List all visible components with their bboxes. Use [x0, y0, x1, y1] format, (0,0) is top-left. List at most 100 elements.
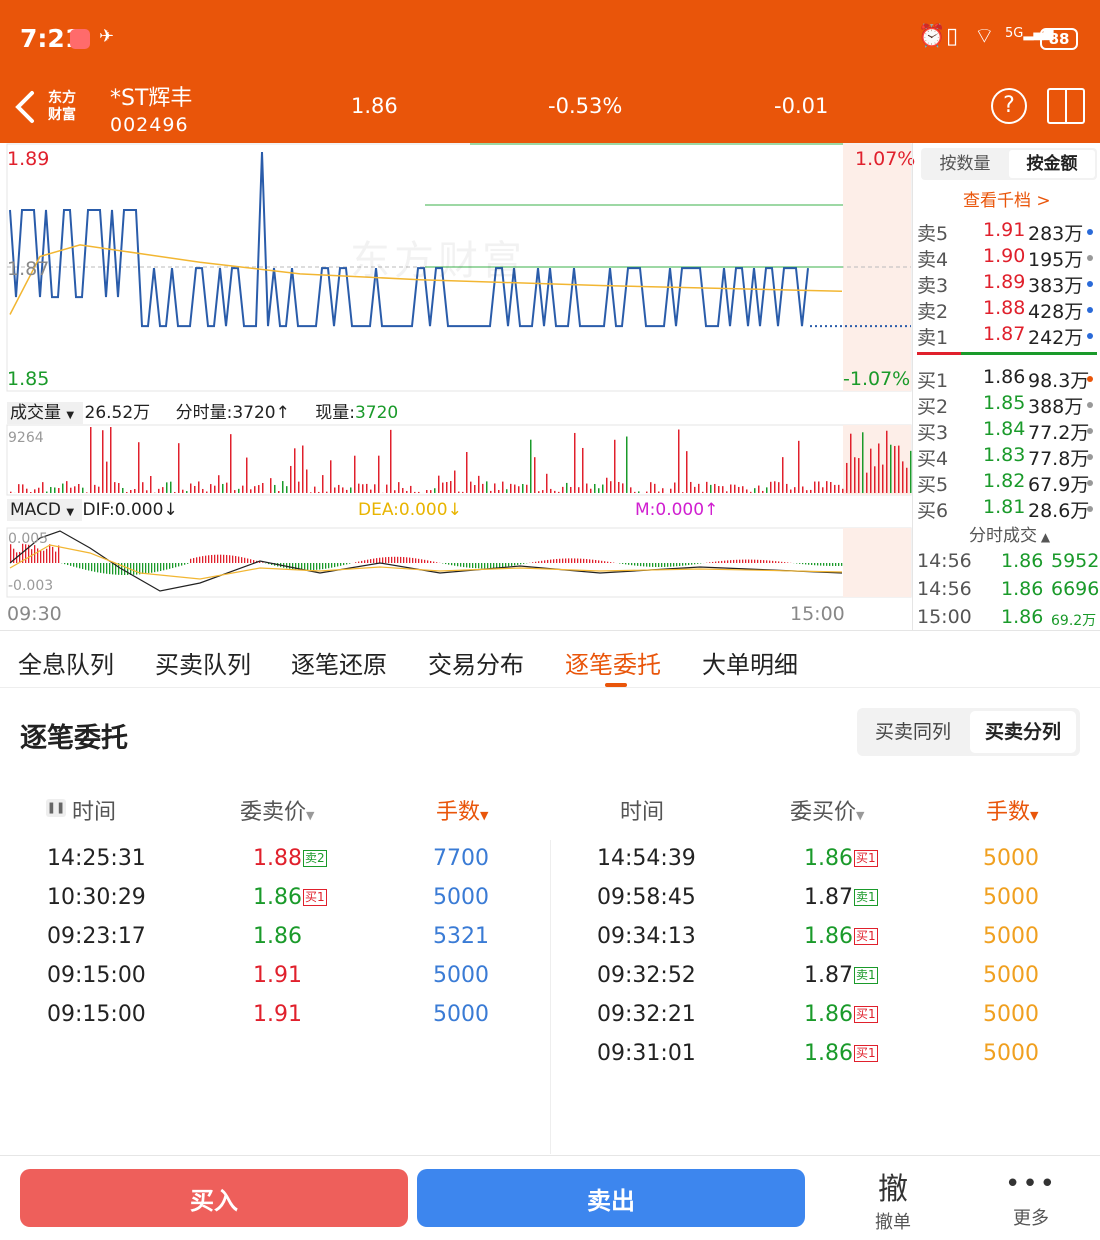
help-icon[interactable]: ? — [991, 88, 1027, 124]
buy-header-qty[interactable]: 手数▼ — [986, 794, 1038, 826]
tab-1[interactable]: 买卖队列 — [155, 645, 251, 680]
seg-same-column[interactable]: 买卖同列 — [857, 708, 969, 756]
bid-row[interactable]: 买1 1.86 98.3万 — [913, 366, 1100, 392]
intraday-chart[interactable] — [0, 143, 912, 630]
pause-icon[interactable]: ❚❚ — [46, 799, 66, 817]
macd-bar — [460, 563, 462, 567]
tick-volume: 6696 — [1051, 578, 1100, 600]
toggle-by-amount[interactable]: 按金额 — [1009, 150, 1095, 178]
bid-row[interactable]: 买5 1.82 67.9万 — [913, 470, 1100, 496]
sell-order-qty: 5321 — [433, 924, 489, 949]
macd-bar — [43, 550, 45, 563]
macd-bar — [499, 563, 501, 568]
volume-bar — [462, 491, 464, 493]
buy-order-time: 09:31:01 — [597, 1041, 696, 1066]
ask-row[interactable]: 卖3 1.89 383万 — [913, 271, 1100, 297]
volume-bar — [166, 482, 168, 493]
macd-bar — [235, 556, 237, 563]
volume-bar — [274, 484, 276, 493]
volume-bar — [762, 490, 764, 493]
macd-bar — [19, 551, 21, 563]
volume-bar — [326, 491, 328, 493]
layout-switch-icon[interactable] — [1047, 88, 1085, 124]
tab-5[interactable]: 大单明细 — [702, 645, 798, 680]
bid-row[interactable]: 买6 1.81 28.6万 — [913, 496, 1100, 522]
cancel-order-button[interactable]: 撤 撤单 — [853, 1164, 933, 1234]
macd-bar — [238, 556, 240, 563]
ask-row[interactable]: 卖4 1.90 195万 — [913, 245, 1100, 271]
tab-0[interactable]: 全息队列 — [18, 645, 114, 680]
macd-bar — [820, 563, 822, 566]
macd-bar — [187, 563, 189, 564]
volume-bar — [150, 476, 152, 493]
macd-bar — [751, 559, 753, 563]
ask-row[interactable]: 卖1 1.87 242万 — [913, 323, 1100, 349]
macd-axis-bottom: -0.003 — [8, 578, 54, 594]
macd-bar — [670, 563, 672, 567]
bid-row[interactable]: 买2 1.85 388万 — [913, 392, 1100, 418]
volume-bar — [314, 486, 316, 493]
bid-row[interactable]: 买3 1.84 77.2万 — [913, 418, 1100, 444]
volume-bar — [510, 483, 512, 493]
axis-price-mid: 1.87 — [7, 258, 50, 280]
volume-bar — [246, 457, 248, 493]
volume-bar — [570, 486, 572, 493]
macd-bar — [355, 562, 357, 563]
back-arrow-icon[interactable] — [12, 90, 38, 124]
buy-order-price-cell: 1.86 买1 — [804, 924, 878, 949]
tab-4[interactable]: 逐笔委托 — [565, 645, 661, 680]
more-button[interactable]: ••• 更多 — [991, 1164, 1071, 1230]
macd-bar — [289, 563, 291, 569]
sell-order-price-cell: 1.91 — [253, 963, 302, 988]
ask-label: 卖3 — [917, 275, 949, 297]
bid-row[interactable]: 买4 1.83 77.8万 — [913, 444, 1100, 470]
buy-order-qty: 5000 — [983, 885, 1039, 910]
volume-bar — [534, 457, 536, 493]
view-depth-link[interactable]: 查看千档 > — [963, 186, 1051, 211]
volume-bar — [798, 440, 800, 493]
volume-bar — [594, 483, 596, 493]
sell-header-price[interactable]: 委卖价▼ — [240, 794, 314, 826]
macd-bar — [436, 562, 438, 563]
ask-row[interactable]: 卖5 1.91 283万 — [913, 219, 1100, 245]
buy-order-price: 1.86 — [804, 924, 853, 949]
buy-order-qty: 5000 — [983, 1041, 1039, 1066]
macd-bar — [331, 563, 333, 568]
volume-bar — [138, 442, 140, 493]
volume-bar — [578, 487, 580, 493]
tick-row: 15:00 1.86 69.2万 — [913, 606, 1100, 632]
volume-selector[interactable]: 成交量 ▼ — [7, 402, 83, 424]
buy-header-price[interactable]: 委买价▼ — [790, 794, 864, 826]
buy-button[interactable]: 买入 — [20, 1169, 408, 1227]
macd-bar — [217, 554, 219, 563]
seg-split-column[interactable]: 买卖分列 — [970, 711, 1076, 753]
macd-bar — [745, 559, 747, 563]
ticks-header[interactable]: 分时成交 ▲ — [969, 521, 1050, 546]
stock-name[interactable]: *ST辉丰 — [110, 80, 192, 112]
macd-bar — [634, 563, 636, 566]
volume-bar — [374, 484, 376, 493]
volume-bar — [242, 485, 244, 493]
sell-button[interactable]: 卖出 — [417, 1169, 805, 1227]
volume-bar — [378, 455, 380, 493]
macd-bar — [781, 561, 783, 563]
volume-bar — [582, 447, 584, 493]
ask-row[interactable]: 卖2 1.88 428万 — [913, 297, 1100, 323]
macd-bar — [445, 563, 447, 565]
buy-order-qty: 5000 — [983, 1002, 1039, 1027]
macd-bar — [532, 562, 534, 563]
macd-bar — [829, 563, 831, 566]
macd-bar — [721, 560, 723, 563]
toggle-by-quantity[interactable]: 按数量 — [921, 148, 1009, 180]
ticks-header-label: 分时成交 — [969, 526, 1037, 546]
volume-bar — [474, 485, 476, 493]
sell-header-qty[interactable]: 手数▼ — [436, 794, 488, 826]
bid-label: 买2 — [917, 396, 949, 418]
volume-bar — [386, 484, 388, 493]
volume-bar — [122, 487, 124, 493]
period-volume: 分时量:3720 — [175, 403, 276, 423]
macd-bar — [550, 559, 552, 563]
tab-3[interactable]: 交易分布 — [428, 645, 524, 680]
macd-selector[interactable]: MACD ▼ — [7, 499, 83, 521]
tab-2[interactable]: 逐笔还原 — [291, 645, 387, 680]
